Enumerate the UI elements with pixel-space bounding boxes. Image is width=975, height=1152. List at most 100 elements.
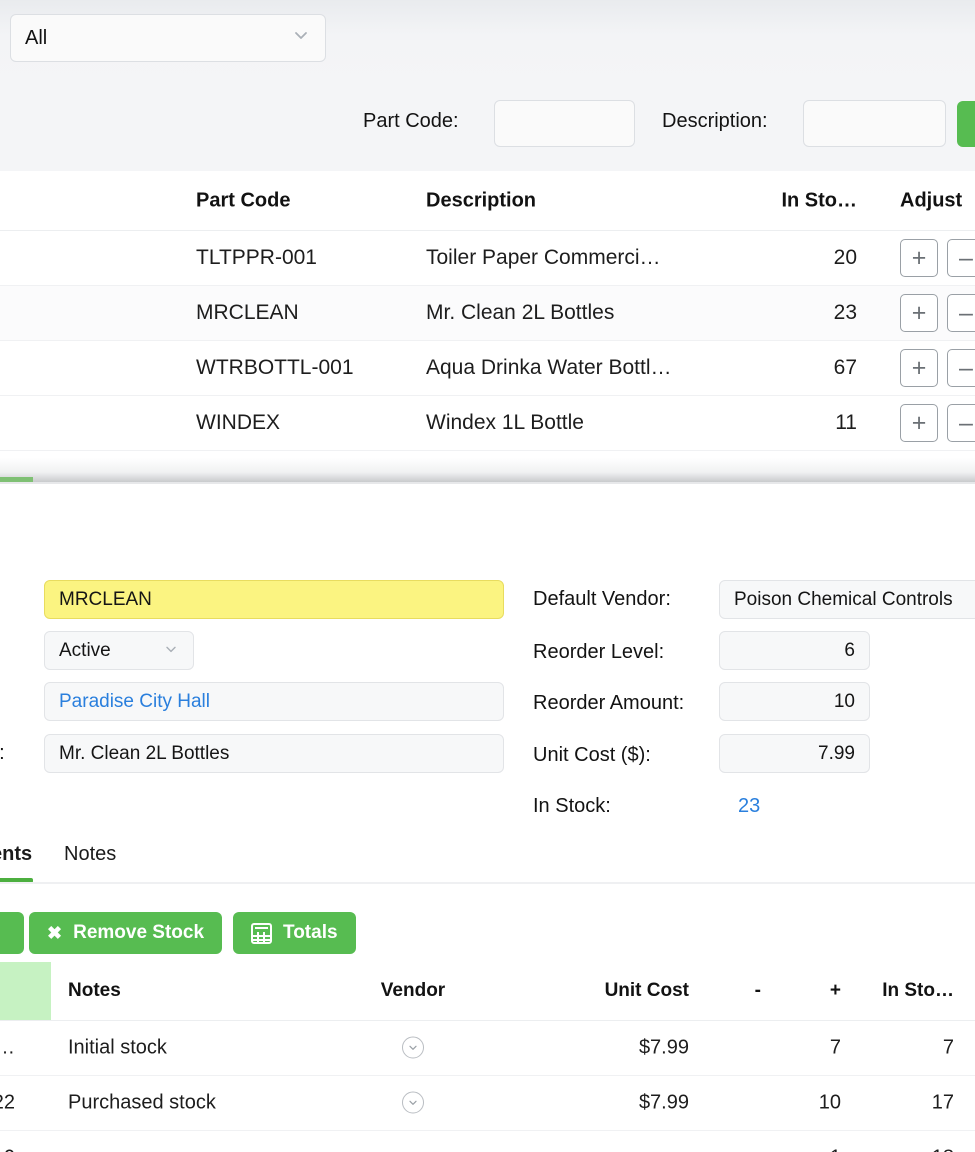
part-code-filter-label: Part Code: (363, 110, 459, 132)
remove-stock-button[interactable]: ✖ Remove Stock (29, 912, 223, 954)
part-code-value: MRCLEAN (59, 588, 152, 610)
search-button[interactable] (957, 101, 975, 147)
adjust-cell: + – (900, 349, 975, 387)
in-stock-label: In Stock: (533, 795, 611, 817)
cell-part-code: TLTPPR-001 (196, 246, 317, 269)
pane-splitter[interactable] (0, 458, 975, 484)
column-header-description[interactable]: Description (426, 189, 716, 212)
cell-notes: Purchased stock (68, 1091, 216, 1114)
description-filter-input[interactable] (803, 100, 946, 147)
increment-button[interactable]: + (900, 349, 938, 387)
reorder-level-value: 6 (844, 639, 855, 661)
reorder-amount-label: Reorder Amount: (533, 692, 685, 714)
column-header-in-stock[interactable]: In Sto… (870, 980, 954, 1002)
column-header-notes[interactable]: Notes (68, 980, 121, 1002)
parts-grid-header: Part Code Description In Sto… Adjust (0, 171, 975, 231)
cell-unit-cost: $7.99 (638, 1091, 689, 1114)
decrement-button[interactable]: – (947, 294, 975, 332)
cell-in-stock: 11 (835, 411, 857, 434)
table-row[interactable]: MRCLEAN Mr. Clean 2L Bottles 23 + – (0, 286, 975, 341)
decrement-button[interactable]: – (947, 404, 975, 442)
reorder-amount-field[interactable]: 10 (719, 682, 870, 721)
increment-button[interactable]: + (900, 404, 938, 442)
decrement-button[interactable]: – (947, 349, 975, 387)
cell-in-stock: 67 (833, 356, 857, 379)
tab-adjustments[interactable]: ents (0, 843, 32, 866)
column-header-in-stock[interactable]: In Sto… (700, 189, 857, 212)
cell-in-stock: 20 (833, 246, 857, 269)
part-code-filter-input[interactable] (494, 100, 635, 147)
cell-description: Aqua Drinka Water Bottl… (426, 356, 672, 379)
vendor-dropdown[interactable] (353, 1036, 473, 1060)
chevron-down-icon (291, 25, 311, 51)
decrement-button[interactable]: – (947, 239, 975, 277)
description-field[interactable]: Mr. Clean 2L Bottles (44, 734, 504, 773)
description-label: n: (0, 742, 5, 765)
default-vendor-value: Poison Chemical Controls (734, 588, 953, 610)
default-vendor-field[interactable]: Poison Chemical Controls (719, 580, 975, 619)
calculator-icon (251, 922, 272, 944)
cell-date: 022 (0, 1091, 15, 1114)
adjust-cell: + – (900, 404, 975, 442)
adjust-cell: + – (900, 239, 975, 277)
column-header-adjust[interactable]: Adjust (900, 189, 962, 212)
table-row[interactable]: 0 1 18 (0, 1131, 975, 1152)
remove-stock-label: Remove Stock (73, 922, 205, 943)
cell-part-code: WINDEX (196, 411, 280, 434)
adjustments-grid: Notes Vendor Unit Cost - + In Sto… 0… In… (0, 962, 975, 1152)
column-header-unit-cost[interactable]: Unit Cost (545, 980, 689, 1002)
adjustments-grid-header: Notes Vendor Unit Cost - + In Sto… (0, 962, 975, 1021)
reorder-amount-value: 10 (833, 690, 855, 712)
status-value: Active (59, 639, 111, 661)
site-field[interactable]: Paradise City Hall (44, 682, 504, 721)
chevron-down-circle-icon (402, 1091, 424, 1114)
cell-part-code: MRCLEAN (196, 301, 299, 324)
cell-date: 0… (0, 1037, 15, 1060)
reorder-level-field[interactable]: 6 (719, 631, 870, 670)
cell-notes: Initial stock (68, 1036, 167, 1059)
increment-button[interactable]: + (900, 294, 938, 332)
add-stock-button[interactable] (0, 912, 24, 954)
cell-date: 0 (0, 1147, 15, 1152)
cell-in-stock: 23 (833, 301, 857, 324)
cell-in-stock: 7 (942, 1036, 954, 1059)
column-header-part-code[interactable]: Part Code (196, 189, 290, 212)
unit-cost-field[interactable]: 7.99 (719, 734, 870, 773)
table-row[interactable]: 0… Initial stock $7.99 7 7 (0, 1021, 975, 1076)
unit-cost-value: 7.99 (818, 742, 855, 764)
chevron-down-icon (163, 641, 179, 661)
tabs-divider (0, 882, 975, 884)
adjustment-actions: ✖ Remove Stock Totals (0, 912, 975, 956)
column-header-plus[interactable]: + (780, 980, 841, 1002)
adjust-cell: + – (900, 294, 975, 332)
app-root: All Part Code: Description: Part Code De… (0, 0, 975, 1152)
vendor-dropdown[interactable] (353, 1091, 473, 1115)
description-value: Mr. Clean 2L Bottles (59, 742, 230, 764)
table-row[interactable]: 022 Purchased stock $7.99 10 17 (0, 1076, 975, 1131)
selected-column-header (0, 962, 51, 1020)
table-row[interactable]: TLTPPR-001 Toiler Paper Commerci… 20 + – (0, 231, 975, 286)
in-stock-value[interactable]: 23 (738, 795, 760, 818)
status-select[interactable]: Active (44, 631, 194, 670)
site-filter-value: All (25, 26, 48, 49)
increment-button[interactable]: + (900, 239, 938, 277)
table-row[interactable]: WINDEX Windex 1L Bottle 11 + – (0, 396, 975, 451)
cell-in-stock: 17 (931, 1091, 954, 1114)
column-header-minus[interactable]: - (700, 980, 761, 1002)
close-icon: ✖ (47, 922, 63, 943)
cell-plus: 1 (780, 1147, 841, 1152)
description-filter-label: Description: (662, 110, 768, 132)
cell-description: Toiler Paper Commerci… (426, 246, 661, 269)
cell-description: Windex 1L Bottle (426, 411, 584, 434)
detail-tabs: ents Notes (0, 836, 975, 884)
cell-plus: 7 (829, 1036, 841, 1059)
totals-button[interactable]: Totals (233, 912, 356, 954)
table-row[interactable]: WTRBOTTL-001 Aqua Drinka Water Bottl… 67… (0, 341, 975, 396)
site-filter-select[interactable]: All (10, 14, 326, 62)
part-code-field[interactable]: MRCLEAN (44, 580, 504, 619)
cell-in-stock: 18 (870, 1147, 954, 1152)
tab-notes[interactable]: Notes (64, 843, 116, 866)
site-value: Paradise City Hall (59, 690, 210, 712)
parts-grid: Part Code Description In Sto… Adjust TLT… (0, 171, 975, 458)
column-header-vendor[interactable]: Vendor (353, 980, 473, 1002)
